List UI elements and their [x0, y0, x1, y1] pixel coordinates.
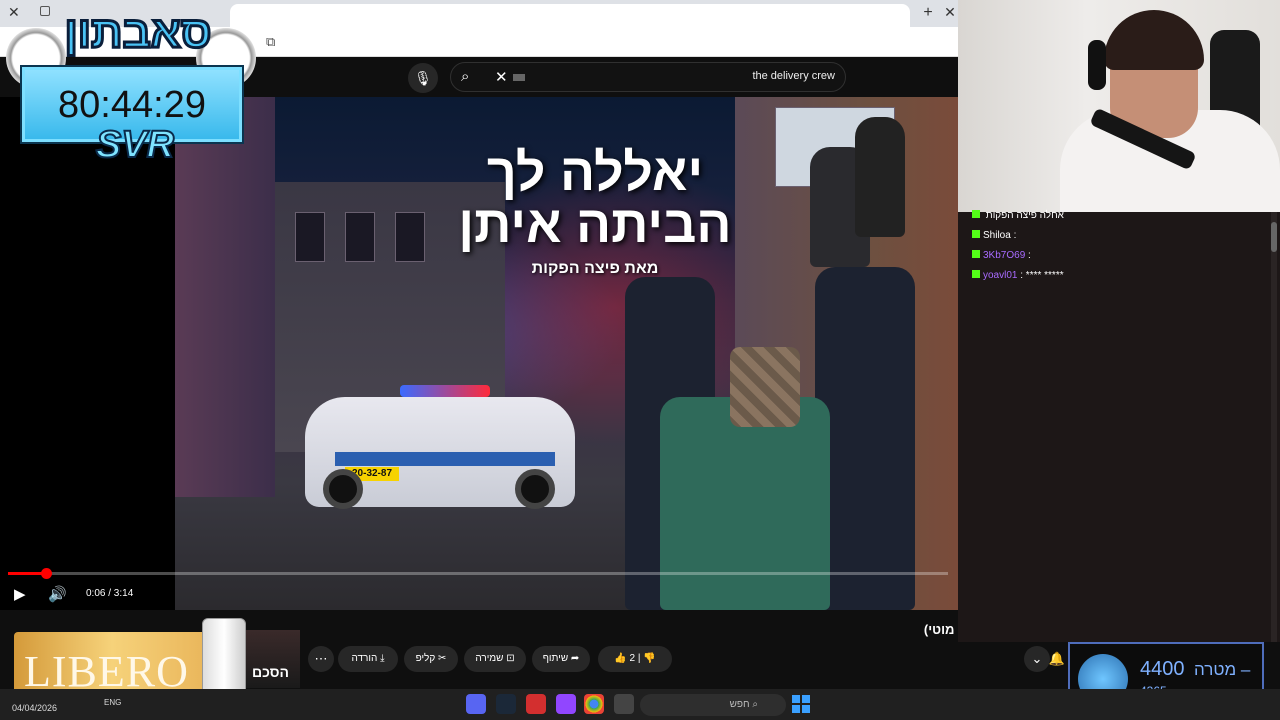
- share-label: שיתוף: [542, 653, 569, 664]
- taskbar-date: 04/04/2026: [12, 703, 58, 713]
- related-thumbnail[interactable]: הסכם: [246, 630, 300, 688]
- person-seated: [660, 397, 830, 610]
- steam-icon[interactable]: [496, 694, 516, 714]
- taskbar: 04/04/2026 ENG חפש ⌕: [0, 689, 1280, 720]
- goal-current: 4400: [1140, 658, 1185, 680]
- bell-icon[interactable]: 🔔: [1044, 646, 1070, 672]
- copy-link-icon[interactable]: ⧉: [266, 34, 275, 50]
- download-button[interactable]: ⤓ הורדה: [338, 646, 398, 672]
- like-dislike-group[interactable]: 👎 | 2 👍: [598, 646, 672, 672]
- chrome-icon[interactable]: [584, 694, 604, 714]
- keyboard-icon[interactable]: [513, 74, 525, 81]
- kick-icon: [972, 250, 980, 258]
- more-actions-button[interactable]: ⋯: [308, 646, 334, 672]
- police-car: 20-32-87: [305, 385, 575, 509]
- file-explorer-icon[interactable]: [614, 694, 634, 714]
- windows-start-icon[interactable]: [792, 695, 810, 713]
- like-count: 2: [629, 653, 636, 664]
- search-input[interactable]: the delivery crew: [752, 70, 835, 82]
- play-icon[interactable]: ▶: [14, 585, 26, 603]
- video-frame: 20-32-87 יאללה לך הביתה איתן מאת פיצה הפ…: [175, 97, 958, 610]
- timer-value: 80:44:29: [58, 84, 206, 126]
- search-box[interactable]: ⌕ ✕ the delivery crew: [450, 62, 846, 92]
- video-overlay-subtitle: מאת פיצה הפקות: [531, 260, 659, 277]
- search-icon[interactable]: ⌕: [461, 68, 469, 85]
- volume-icon[interactable]: 🔊: [48, 585, 67, 603]
- officer: [815, 267, 915, 610]
- share-button[interactable]: ➦ שיתוף: [532, 646, 590, 672]
- progress-scrubber[interactable]: [40, 568, 52, 579]
- taskbar-search[interactable]: חפש ⌕: [640, 694, 786, 716]
- twitch-icon[interactable]: [556, 694, 576, 714]
- video-player[interactable]: 20-32-87 יאללה לך הביתה איתן מאת פיצה הפ…: [0, 97, 958, 610]
- chat-overlay: אחלה פיצה הפקות Shiloa : 3Kb7O69 : yoavl…: [972, 206, 1097, 286]
- close-tab-icon[interactable]: ✕: [8, 4, 20, 21]
- progress-bar[interactable]: [8, 568, 948, 579]
- download-label: הורדה: [351, 653, 378, 664]
- video-overlay-title: יאללה לך הביתה איתן: [458, 144, 732, 254]
- channel-logo: סאבתון: [63, 7, 213, 59]
- person-balcony: [855, 117, 905, 237]
- svr-badge: SVR: [95, 123, 175, 167]
- progress-fill: [8, 572, 46, 575]
- like-icon[interactable]: 👍: [614, 653, 626, 664]
- voice-search-icon[interactable]: 🎙: [408, 63, 438, 93]
- dislike-icon[interactable]: 👎: [643, 653, 655, 664]
- chat-message: yoavl01 : **** *****: [972, 266, 1097, 286]
- kick-icon: [972, 270, 980, 278]
- goal-label: – מטרה: [1194, 660, 1251, 679]
- chat-message: 3Kb7O69 :: [972, 246, 1097, 266]
- clip-button[interactable]: ✂ קליפ: [404, 646, 458, 672]
- clear-search-icon[interactable]: ✕: [495, 68, 508, 86]
- scrollbar[interactable]: [1271, 212, 1277, 642]
- close-window-icon[interactable]: ✕: [942, 4, 958, 21]
- kick-icon: [972, 230, 980, 238]
- blurred-face: [730, 347, 800, 427]
- thumbnail-text: הסכם: [252, 664, 289, 680]
- headphones-icon: [1088, 40, 1106, 90]
- chat-message: Shiloa :: [972, 226, 1097, 246]
- save-button[interactable]: ⊡ שמירה: [464, 646, 526, 672]
- clip-label: קליפ: [415, 653, 436, 664]
- chat-message: אחלה פיצה הפקות: [972, 206, 1097, 226]
- language-indicator[interactable]: ENG: [104, 698, 121, 707]
- discord-icon[interactable]: [466, 694, 486, 714]
- time-display: 0:06 / 3:14: [86, 588, 134, 599]
- active-tab[interactable]: [230, 4, 910, 27]
- app-icon[interactable]: [526, 694, 546, 714]
- kick-icon: [972, 210, 980, 218]
- new-tab-icon[interactable]: +: [918, 4, 938, 22]
- save-label: שמירה: [475, 653, 504, 664]
